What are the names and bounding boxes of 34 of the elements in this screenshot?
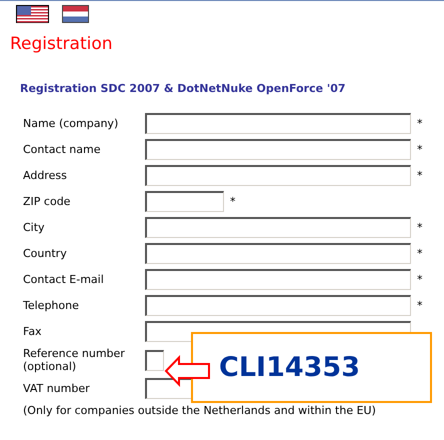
field-label: Reference number (optional) <box>23 347 126 373</box>
field-label: Telephone <box>23 299 80 312</box>
dutch-flag-icon[interactable] <box>62 5 89 23</box>
required-mark: * <box>417 273 422 286</box>
required-mark: * <box>417 299 422 312</box>
required-mark: * <box>417 221 422 234</box>
field-label: Contact name <box>23 143 102 156</box>
input-field[interactable] <box>145 113 411 134</box>
reference-tooltip: CLI14353 <box>191 332 432 403</box>
required-mark: * <box>417 247 422 260</box>
field-label: Fax <box>23 325 43 338</box>
field-label: Name (company) <box>23 117 120 130</box>
input-field[interactable] <box>145 350 164 370</box>
required-mark: * <box>417 169 422 182</box>
input-field[interactable] <box>145 295 411 316</box>
field-label: VAT number <box>23 382 91 395</box>
field-label: Address <box>23 169 68 182</box>
input-field[interactable] <box>145 243 411 264</box>
required-mark: * <box>230 195 236 208</box>
required-mark: * <box>417 143 422 156</box>
required-mark: * <box>417 117 422 130</box>
input-field[interactable] <box>145 269 411 290</box>
us-flag-icon[interactable] <box>16 5 49 23</box>
page-title: Registration <box>10 34 114 54</box>
field-label: City <box>23 221 46 234</box>
field-label: ZIP code <box>23 195 72 208</box>
input-field[interactable] <box>145 217 411 238</box>
form-heading: Registration SDC 2007 & DotNetNuke OpenForce '07 <box>20 82 347 95</box>
input-field[interactable] <box>145 165 411 186</box>
input-field[interactable] <box>145 139 411 160</box>
field-label: Contact E-mail <box>23 273 105 286</box>
field-label: Country <box>23 247 68 260</box>
vat-note: (Only for companies outside the Netherlands and within the EU) <box>23 404 377 417</box>
input-field[interactable] <box>145 191 224 212</box>
